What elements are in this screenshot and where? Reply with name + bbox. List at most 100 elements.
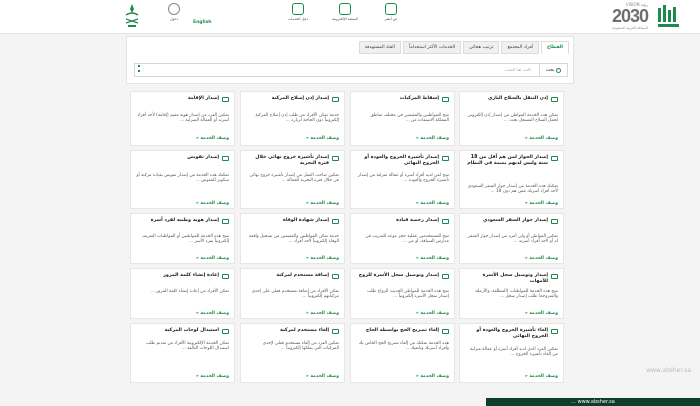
service-card[interactable]: إصدار هوية وطنية لفرد أسرة تتيح هذه الخد… [130, 213, 235, 264]
service-details-link[interactable]: وصف الخدمة « [416, 311, 449, 316]
service-card[interactable]: إصدار رخصة قيادة تتيح للمستخدمين عملية ح… [350, 213, 455, 264]
service-card[interactable]: إصدار تأشيرة الخروج والعودة أو الخروج ال… [350, 150, 455, 209]
service-details-link[interactable]: وصف الخدمة « [306, 256, 339, 261]
service-card[interactable]: إلغاء تصريح الحج بواسطة الحاج هذه الخدمة… [350, 323, 455, 383]
service-details-link[interactable]: وصف الخدمة « [416, 374, 449, 379]
service-card[interactable]: إذن التنقل بالسلاح الناري تمكن هذه الخدم… [459, 91, 564, 146]
service-details-link[interactable]: وصف الخدمة « [306, 136, 339, 141]
service-card[interactable]: استبدال لوحات المركبة تمكن الخدمة الإلكت… [130, 323, 235, 383]
service-details-link[interactable]: وصف الخدمة « [525, 256, 558, 261]
service-details-link[interactable]: وصف الخدمة « [196, 374, 229, 379]
service-card[interactable]: إعادة إنشاء كلمة المرور تمكن الأفراد من … [130, 268, 235, 319]
service-card[interactable]: إصدار إذن إصلاح المركبة خدمة تمكن الأفرا… [240, 91, 345, 146]
service-details-link[interactable]: وصف الخدمة « [196, 201, 229, 206]
service-desc: تتيح هذه الخدمة للمواطنات (المطلقة، والأ… [474, 289, 558, 300]
service-title: إذن التنقل بالسلاح الناري [487, 96, 548, 101]
service-title: إلغاء تأشيرة الخروج والعودة أو الخروج ال… [476, 328, 548, 339]
service-details-link[interactable]: وصف الخدمة « [525, 374, 558, 379]
service-details-link[interactable]: وصف الخدمة « [306, 374, 339, 379]
grid-view-icon[interactable] [138, 70, 140, 72]
header-item-about-label: عن أبشر [384, 17, 398, 21]
service-card[interactable]: إصدار جواز السفر السعودي تمكين المواطن أ… [459, 213, 564, 264]
tab-target-group[interactable]: الفئة المستهدفة [358, 41, 401, 54]
service-details-link[interactable]: وصف الخدمة « [525, 136, 558, 141]
service-card[interactable]: إلغاء مستخدم لمركبة تمكين الفرد من إلغاء… [240, 323, 345, 383]
service-desc: تمكنك هذه الخدمة من إصدار تفويض بقيادة م… [136, 173, 229, 184]
service-desc: تتيح للمواطنين والمقيمين في مختلف مناطق … [370, 113, 449, 124]
top-header: VISION رؤية 2030 المملكة العربية السعودي… [0, 0, 700, 34]
header-item-platform[interactable]: المنصة الإلكترونية [332, 3, 358, 33]
service-card[interactable]: إضافة مستخدم لمركبة تمكن الأفراد من إضاف… [240, 268, 345, 319]
service-desc: تمكن الأفراد من إعادة إنشاء كلمة المرور … [150, 289, 229, 294]
service-card[interactable]: إلغاء تأشيرة الخروج والعودة أو الخروج ال… [459, 323, 564, 383]
header-item-about[interactable]: عن أبشر [378, 3, 404, 33]
service-card[interactable]: إسقاط المركبات تتيح للمواطنين والمقيمين … [350, 91, 455, 146]
service-title: إسقاط المركبات [399, 96, 439, 101]
service-title: إصدار شهادة الوفاة [282, 218, 329, 223]
service-icon [442, 156, 449, 161]
service-title: إصدار تأشيرة خروج نهائي خلال فترة التجرب… [255, 155, 329, 166]
service-icon [551, 156, 558, 161]
service-icon [332, 329, 339, 334]
service-details-link[interactable]: وصف الخدمة « [196, 136, 229, 141]
absher-logo[interactable] [654, 2, 684, 32]
service-desc: هذه الخدمة تمكنك من إلغاء تصريح الحج الخ… [358, 341, 449, 352]
service-desc: تمكن هذه الخدمة المواطن من إصدار إذن إلك… [467, 113, 558, 124]
service-title: إلغاء تصريح الحج بواسطة الحاج [365, 328, 439, 333]
service-title: إصدار تفويض [187, 155, 219, 160]
language-switch-link[interactable]: English [193, 20, 211, 25]
service-desc: تمكنك هذه الخدمة من إصدار جواز السفر الس… [467, 184, 558, 195]
service-details-link[interactable]: وصف الخدمة « [306, 311, 339, 316]
service-details-link[interactable]: وصف الخدمة « [196, 311, 229, 316]
header-item-guide[interactable]: دليل الخدمات [285, 3, 311, 33]
service-desc: تتيح هذه الخدمة للمواطنين أو المواطنات ا… [141, 234, 229, 245]
services-filter-panel: القطاع أفراد المجتمع ترتيب هجائي الخدمات… [126, 36, 574, 84]
guide-icon [292, 3, 304, 15]
service-desc: تمكن الأفراد من إضافة مستخدم فعلي على إح… [251, 289, 339, 300]
service-desc: تتيح لمن لديه أفراد أسرة أو عمالة منزلية… [357, 173, 449, 184]
service-icon [442, 97, 449, 102]
service-title: إصدار الجواز لمن هم أقل من 18 سنة وليس ل… [467, 155, 548, 166]
service-icon [551, 329, 558, 334]
tab-community[interactable]: أفراد المجتمع [501, 41, 540, 54]
service-icon [222, 219, 229, 224]
service-card[interactable]: إصدار تأشيرة خروج نهائي خلال فترة التجرب… [240, 150, 345, 209]
service-details-link[interactable]: وصف الخدمة « [306, 201, 339, 206]
service-title: إصدار جواز السفر السعودي [483, 218, 548, 223]
vision-bottom-text: المملكة العربية السعودية [612, 26, 648, 30]
service-title: إصدار تأشيرة الخروج والعودة أو الخروج ال… [364, 155, 439, 166]
service-details-link[interactable]: وصف الخدمة « [416, 136, 449, 141]
header-item-guide-label: دليل الخدمات [288, 17, 308, 21]
tab-alphabetical[interactable]: ترتيب هجائي [463, 41, 500, 54]
service-details-link[interactable]: وصف الخدمة « [525, 311, 558, 316]
service-desc: تتيح للمستخدمين عملية حجز موعد للتدريب ف… [365, 234, 449, 245]
service-card[interactable]: إصدار الجواز لمن هم أقل من 18 سنة وليس ل… [459, 150, 564, 209]
service-icon [332, 219, 339, 224]
service-icon [222, 156, 229, 161]
service-icon [551, 274, 558, 279]
service-card[interactable]: إصدار وتوصيل سجل الأسرة للأمهات تتيح هذه… [459, 268, 564, 319]
tab-sector[interactable]: القطاع [541, 41, 569, 54]
service-card[interactable]: إصدار تفويض تمكنك هذه الخدمة من إصدار تف… [130, 150, 235, 209]
vision-2030-logo: VISION رؤية 2030 المملكة العربية السعودي… [582, 2, 649, 32]
search-button[interactable]: بحث [539, 64, 567, 76]
service-title: إصدار رخصة قيادة [396, 218, 439, 223]
service-title: إصدار وتوصيل سجل الأسرة للزوج [358, 273, 439, 278]
service-details-link[interactable]: وصف الخدمة « [416, 201, 449, 206]
service-details-link[interactable]: وصف الخدمة « [416, 256, 449, 261]
service-details-link[interactable]: وصف الخدمة « [196, 256, 229, 261]
list-view-icon[interactable] [138, 65, 140, 67]
service-icon [442, 274, 449, 279]
service-details-link[interactable]: وصف الخدمة « [525, 201, 558, 206]
service-card[interactable]: إصدار وتوصيل سجل الأسرة للزوج تتيح هذه ا… [350, 268, 455, 319]
tab-most-used[interactable]: الخدمات الأكثر استخداماً [402, 41, 462, 54]
service-desc: تمكن الخدمة الإلكترونية الأفراد من تقديم… [145, 341, 229, 352]
login-button[interactable]: دخول [165, 3, 183, 31]
service-card[interactable]: إصدار شهادة الوفاة خدمة تمكن المواطنين و… [240, 213, 345, 264]
search-placeholder: اكتب هنا للبحث [504, 67, 531, 72]
service-card[interactable]: إصدار الإقامة تمكين الفرد من إصدار هوية … [130, 91, 235, 146]
service-title: إصدار هوية وطنية لفرد أسرة [150, 218, 219, 223]
service-title: إلغاء مستخدم لمركبة [280, 328, 329, 333]
search-input[interactable]: بحث اكتب هنا للبحث [134, 63, 568, 77]
vision-year-text: 2030 [611, 6, 649, 26]
